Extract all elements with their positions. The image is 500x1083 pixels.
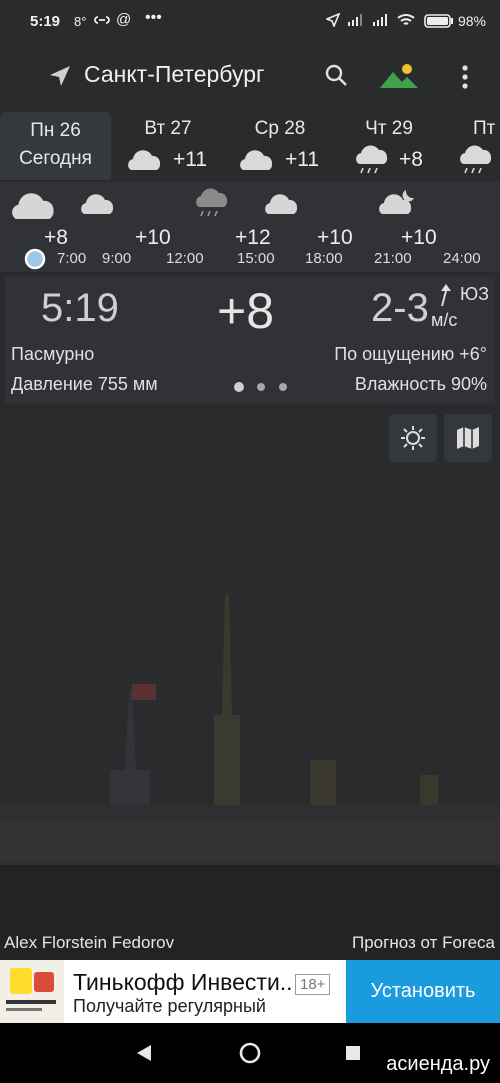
hourly-hour: 12:00: [166, 250, 204, 267]
at-icon: @: [116, 11, 132, 28]
ad-banner[interactable]: Тинькофф Инвести.. 18+ Получайте регуляр…: [0, 960, 500, 1023]
cloud-icon: [262, 192, 302, 221]
rain-cloud-icon: [193, 186, 231, 225]
wind-direction: ЮЗ: [460, 284, 490, 304]
hourly-hour: 9:00: [102, 250, 132, 267]
day-temp: +11: [173, 148, 208, 171]
status-time: 5:19: [30, 13, 61, 30]
tab-day-4[interactable]: Чт 29 +8: [337, 112, 441, 180]
wifi-icon: [396, 12, 416, 32]
day-name: Пн 26: [30, 120, 81, 141]
hourly-hour: 21:00: [374, 250, 412, 267]
location-arrow-icon[interactable]: [48, 64, 72, 93]
navigation-icon: [324, 12, 341, 31]
cloud-icon: [78, 192, 118, 221]
ad-image: [0, 960, 64, 1023]
status-bar: 5:19 8° @ ••• 98%: [0, 0, 500, 44]
hourly-hour: 7:00: [57, 250, 87, 267]
map-button[interactable]: [444, 414, 492, 462]
current-conditions-panel[interactable]: 5:19 +8 2-3 ЮЗ м/с Пасмурно По ощущению …: [5, 276, 495, 404]
watermark: асиенда.ру: [386, 1053, 490, 1075]
cloud-icon: [237, 148, 277, 177]
hourly-hour: 24:00: [443, 250, 481, 267]
page-dots-icon: [231, 380, 291, 399]
hourly-temp: +8: [44, 226, 68, 249]
recents-icon[interactable]: [346, 1046, 360, 1065]
signal-icon-2: [372, 13, 388, 31]
wind-unit: м/с: [431, 310, 458, 330]
hourly-hour: 18:00: [305, 250, 343, 267]
tab-day-5[interactable]: Пт: [445, 112, 500, 180]
city-title[interactable]: Санкт-Петербург: [84, 61, 264, 88]
hourly-temp: +10: [317, 226, 353, 249]
feels-like: По ощущению +6°: [334, 344, 487, 364]
link-icon: [94, 12, 110, 32]
search-icon[interactable]: [324, 63, 348, 92]
more-notifications-icon: •••: [145, 9, 162, 26]
pressure: Давление 755 мм: [11, 374, 158, 394]
hourly-forecast: +8 +10 +12 +10 +10 7:00 9:00 12:00 15:00…: [0, 182, 500, 272]
map-icon: [455, 425, 481, 456]
hourly-temp: +10: [401, 226, 437, 249]
tab-day-2[interactable]: Вт 27 +11: [113, 112, 223, 180]
battery-percent: 98%: [457, 13, 486, 29]
current-time: 5:19: [41, 286, 119, 330]
cloud-icon: [125, 148, 165, 177]
tab-day-today[interactable]: Пн 26 Сегодня: [0, 112, 111, 180]
ad-title: Тинькофф Инвести..: [73, 969, 293, 995]
humidity: Влажность 90%: [354, 374, 487, 394]
hourly-hour: 15:00: [237, 250, 275, 267]
forecast-credit[interactable]: Прогноз от Foreca: [352, 933, 495, 953]
night-cloud-icon: [376, 186, 420, 221]
day-sub: Сегодня: [19, 148, 92, 169]
day-name: Чт 29: [365, 118, 413, 139]
signal-icon: [347, 13, 363, 31]
daily-tabs: Пн 26 Сегодня Вт 27 +11 Ср 28 +11 Чт 29 …: [0, 112, 500, 182]
hourly-temp: +10: [135, 226, 171, 249]
more-vert-icon[interactable]: [460, 64, 470, 95]
day-name: Вт 27: [144, 118, 192, 139]
current-temp: +8: [217, 283, 275, 339]
condition: Пасмурно: [11, 344, 95, 364]
tab-day-3[interactable]: Ср 28 +11: [225, 112, 335, 180]
day-name: Ср 28: [254, 118, 306, 139]
ad-install-button[interactable]: Установить: [346, 960, 500, 1023]
hourly-temp: +12: [235, 226, 271, 249]
rain-cloud-icon: [353, 144, 391, 181]
ad-age-badge: 18+: [295, 974, 331, 995]
ad-description: Получайте регулярный: [73, 996, 266, 1016]
day-name: Пт: [473, 118, 496, 139]
weather-radar-button[interactable]: [389, 414, 437, 462]
day-temp: +8: [399, 148, 423, 171]
rain-cloud-icon: [457, 144, 495, 181]
cloud-icon: [8, 190, 60, 227]
current-time-marker: [24, 248, 46, 275]
wind-direction-arrow-icon: [437, 284, 451, 311]
home-icon[interactable]: [239, 1042, 261, 1069]
status-temp: 8°: [74, 14, 87, 29]
battery-icon: [424, 14, 454, 32]
landscape-icon[interactable]: [380, 62, 418, 95]
sun-cloud-icon: [399, 424, 427, 457]
photo-credit[interactable]: Alex Florstein Fedorov: [4, 933, 174, 953]
day-temp: +11: [285, 148, 320, 171]
back-icon[interactable]: [136, 1044, 152, 1067]
wind-speed: 2-3: [371, 286, 429, 330]
